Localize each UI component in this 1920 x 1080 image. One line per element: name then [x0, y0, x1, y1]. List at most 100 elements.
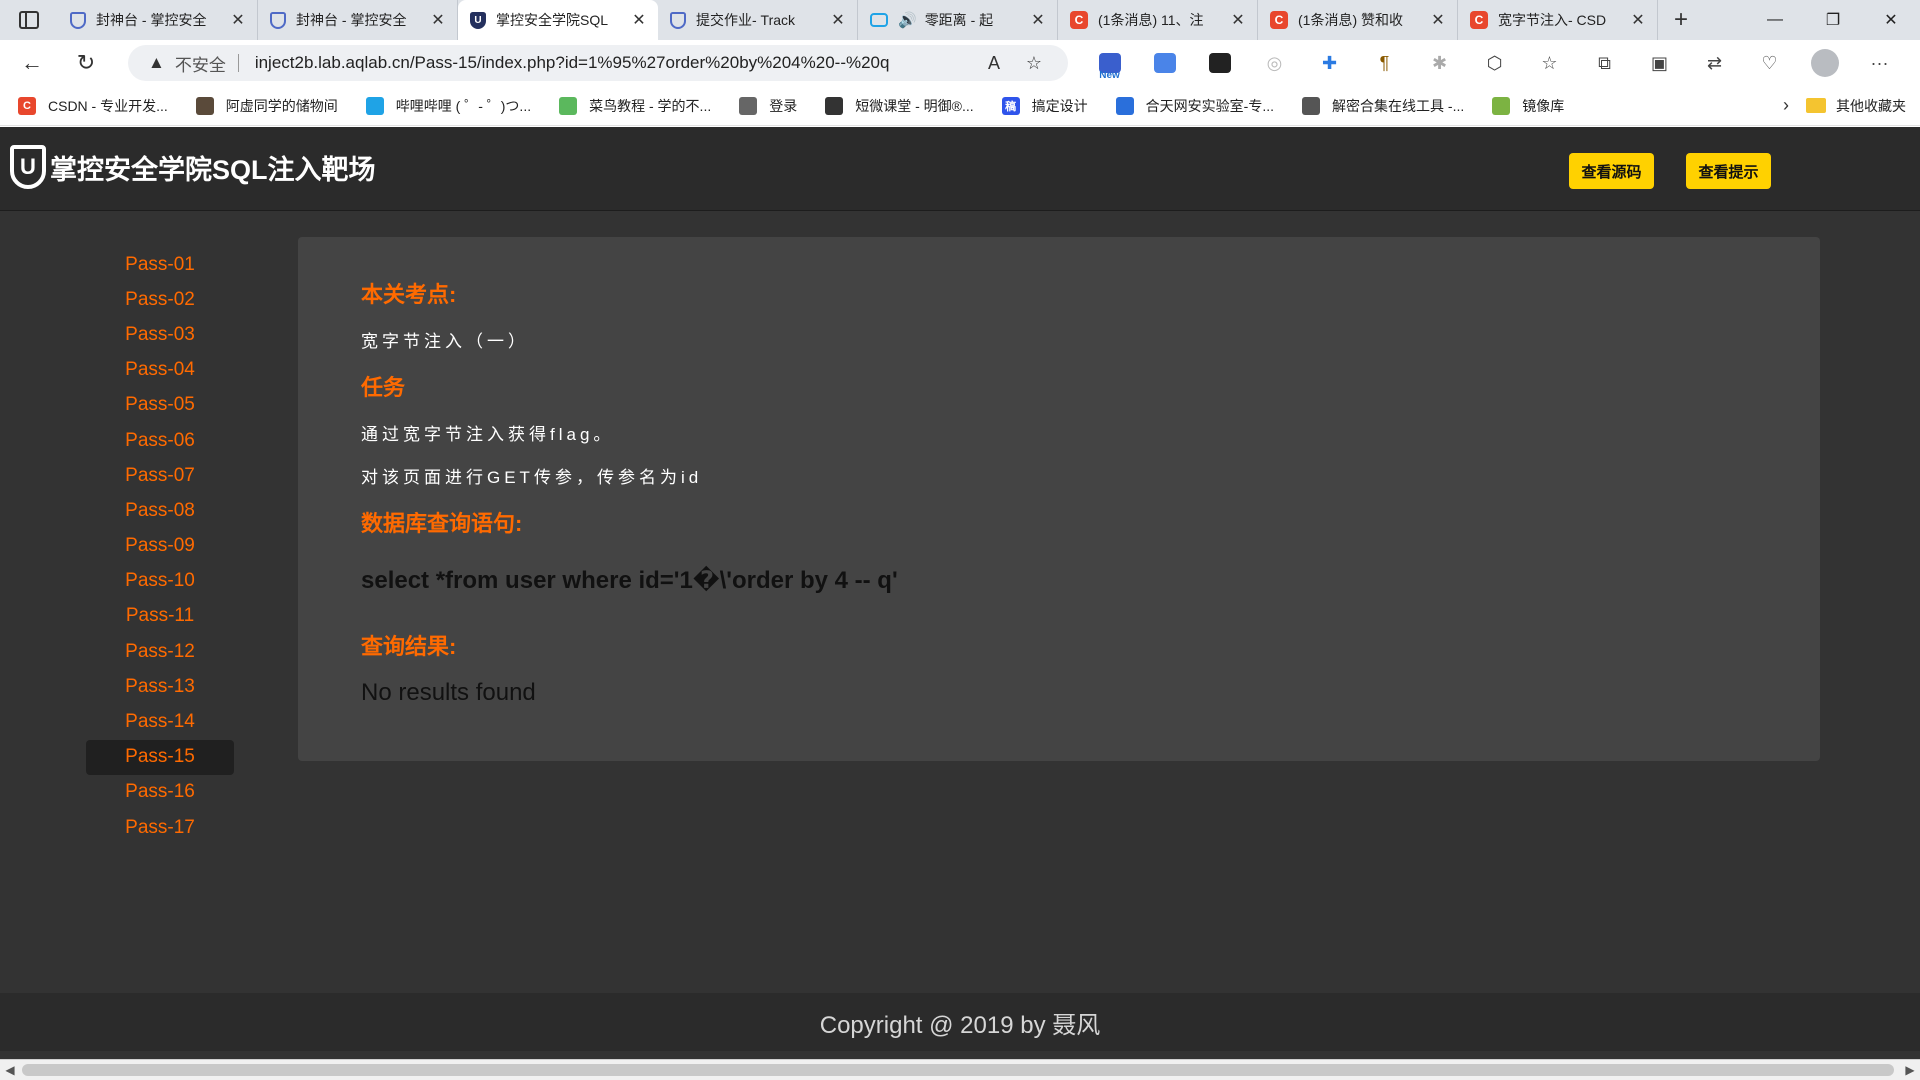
nav-item-pass-03[interactable]: Pass-03 — [86, 317, 234, 352]
favorites-button[interactable]: ☆ — [1522, 45, 1577, 81]
extension-plus-button[interactable]: ✚ — [1302, 45, 1357, 81]
close-tab-icon[interactable]: ✕ — [829, 10, 847, 30]
add-favorite-icon[interactable]: ☆ — [1014, 53, 1054, 74]
nav-item-pass-09[interactable]: Pass-09 — [86, 529, 234, 564]
close-tab-icon[interactable]: ✕ — [1029, 10, 1047, 30]
bookmark-favicon-icon — [1115, 96, 1134, 115]
nav-item-pass-06[interactable]: Pass-06 — [86, 423, 234, 458]
extension-mask-button[interactable] — [1192, 45, 1247, 81]
browser-tab[interactable]: C (1条消息) 11、注 ✕ — [1058, 0, 1258, 40]
nav-item-pass-15[interactable]: Pass-15 — [86, 739, 234, 775]
bookmark-item[interactable]: 菜鸟教程 - 学的不... — [541, 96, 721, 116]
nav-item-pass-11[interactable]: Pass-11 — [86, 599, 234, 634]
speaker-icon[interactable]: 🔊 — [898, 11, 917, 29]
nav-item-pass-13[interactable]: Pass-13 — [86, 669, 234, 704]
bookmark-favicon-icon — [1492, 96, 1511, 115]
tab-actions-button[interactable] — [0, 0, 58, 40]
close-tab-icon[interactable]: ✕ — [429, 10, 447, 30]
settings-menu-button[interactable]: ··· — [1852, 45, 1907, 81]
nav-item-pass-07[interactable]: Pass-07 — [86, 458, 234, 493]
browser-tab[interactable]: 掌控安全学院SQL ✕ — [458, 0, 658, 40]
collections-button[interactable]: ⧉ — [1577, 45, 1632, 81]
browser-tab[interactable]: C 宽字节注入- CSD ✕ — [1458, 0, 1658, 40]
challenge-panel: 本关考点: 宽字节注入（一） 任务 通过宽字节注入获得flag。 对该页面进行G… — [298, 237, 1820, 761]
tab-title: 封神台 - 掌控安全 — [96, 12, 207, 28]
url-text[interactable]: inject2b.lab.aqlab.cn/Pass-15/index.php?… — [255, 53, 974, 73]
other-bookmarks-folder[interactable]: 其他收藏夹 — [1806, 96, 1920, 116]
close-tab-icon[interactable]: ✕ — [229, 10, 247, 30]
close-tab-icon[interactable]: ✕ — [630, 10, 648, 30]
bookmark-label: 解密合集在线工具 -... — [1332, 97, 1465, 114]
bookmark-item[interactable]: 登录 — [721, 96, 807, 116]
address-separator — [237, 54, 239, 72]
browser-tab[interactable]: C (1条消息) 赞和收 ✕ — [1258, 0, 1458, 40]
bookmark-item[interactable]: 阿虚同学的储物间 — [178, 96, 348, 116]
minimize-button[interactable]: — — [1746, 0, 1804, 40]
browser-tab[interactable]: 封神台 - 掌控安全 ✕ — [258, 0, 458, 40]
restore-button[interactable]: ❐ — [1804, 0, 1862, 40]
profile-button[interactable] — [1797, 45, 1852, 81]
new-tab-button[interactable]: + — [1658, 0, 1704, 40]
nav-item-pass-17[interactable]: Pass-17 — [86, 810, 234, 845]
back-button[interactable]: ← — [10, 45, 54, 81]
warning-icon: ▲ — [148, 53, 165, 72]
bookmark-favicon-icon — [1302, 96, 1321, 115]
close-tab-icon[interactable]: ✕ — [1629, 10, 1647, 30]
security-label[interactable]: 不安全 — [175, 51, 226, 76]
view-hint-button[interactable]: 查看提示 — [1686, 153, 1771, 189]
nav-item-pass-02[interactable]: Pass-02 — [86, 282, 234, 317]
close-tab-icon[interactable]: ✕ — [1229, 10, 1247, 30]
translate-icon — [1153, 53, 1176, 73]
nav-item-pass-01[interactable]: Pass-01 — [86, 247, 234, 282]
bookmark-item[interactable]: 镜像库 — [1474, 96, 1574, 116]
circle-icon: ◎ — [1266, 52, 1283, 73]
address-bar[interactable]: ▲ 不安全 inject2b.lab.aqlab.cn/Pass-15/inde… — [128, 45, 1068, 81]
horizontal-scrollbar[interactable]: ◀ ▶ — [0, 1059, 1920, 1080]
task-line-1: 通过宽字节注入获得flag。 — [361, 425, 615, 444]
web-capture-button[interactable]: ▣ — [1632, 45, 1687, 81]
extension-new-button[interactable]: New — [1082, 45, 1137, 81]
translate-extension-button[interactable] — [1137, 45, 1192, 81]
share-button[interactable]: ⇄ — [1687, 45, 1742, 81]
nav-item-pass-14[interactable]: Pass-14 — [86, 704, 234, 739]
extensions-button[interactable]: ⬡ — [1467, 45, 1522, 81]
task-line-2: 对该页面进行GET传参，传参名为id — [361, 468, 703, 487]
bookmark-label: 镜像库 — [1522, 97, 1565, 114]
scroll-right-icon[interactable]: ▶ — [1900, 1060, 1920, 1080]
read-aloud-icon[interactable]: A — [974, 53, 1014, 74]
nav-item-pass-08[interactable]: Pass-08 — [86, 493, 234, 528]
shield-icon — [70, 11, 86, 29]
bookmark-item[interactable]: 解密合集在线工具 -... — [1284, 96, 1474, 116]
close-tab-icon[interactable]: ✕ — [1429, 10, 1447, 30]
nav-item-pass-12[interactable]: Pass-12 — [86, 634, 234, 669]
topic-text: 宽字节注入（一） — [361, 332, 529, 351]
nav-item-pass-10[interactable]: Pass-10 — [86, 564, 234, 599]
close-window-button[interactable]: ✕ — [1862, 0, 1920, 40]
query-heading: 数据库查询语句: — [361, 511, 523, 536]
scroll-left-icon[interactable]: ◀ — [0, 1060, 20, 1080]
browser-tab[interactable]: 封神台 - 掌控安全 ✕ — [58, 0, 258, 40]
browser-essentials-button[interactable]: ♡ — [1742, 45, 1797, 81]
view-source-button[interactable]: 查看源码 — [1569, 153, 1654, 189]
nav-item-pass-16[interactable]: Pass-16 — [86, 775, 234, 810]
nav-item-pass-05[interactable]: Pass-05 — [86, 388, 234, 423]
extension-paragraph-button[interactable]: ¶ — [1357, 45, 1412, 81]
bookmark-list: C CSDN - 专业开发... 阿虚同学的储物间 哔哩哔哩 ( ゜- ゜)つ... 菜… — [0, 96, 1574, 116]
plus-square-icon: ✚ — [1321, 52, 1338, 73]
bookmark-favicon-icon: 稿 — [1001, 96, 1020, 115]
browser-tab[interactable]: 🔊 零距离 - 起 ✕ — [858, 0, 1058, 40]
nav-item-pass-04[interactable]: Pass-04 — [86, 353, 234, 388]
bookmark-item[interactable]: 稿搞定设计 — [984, 96, 1098, 116]
extension-grey-button[interactable]: ✱ — [1412, 45, 1467, 81]
scroll-thumb[interactable] — [22, 1064, 1894, 1076]
browser-tab[interactable]: 提交作业- Track ✕ — [658, 0, 858, 40]
bookmark-item[interactable]: 短微课堂 - 明御®... — [807, 96, 983, 116]
site-logo[interactable]: U 掌控安全学院SQL注入靶场 — [10, 145, 376, 189]
bookmark-favicon-icon — [825, 96, 844, 115]
bookmark-item[interactable]: 合天网安实验室-专... — [1098, 96, 1284, 116]
bookmark-item[interactable]: 哔哩哔哩 ( ゜- ゜)つ... — [348, 96, 541, 116]
refresh-button[interactable]: ↻ — [64, 45, 108, 81]
chevron-right-icon[interactable]: › — [1766, 95, 1806, 116]
extension-disabled-button[interactable]: ◎ — [1247, 45, 1302, 81]
bookmark-item[interactable]: C CSDN - 专业开发... — [0, 96, 178, 116]
